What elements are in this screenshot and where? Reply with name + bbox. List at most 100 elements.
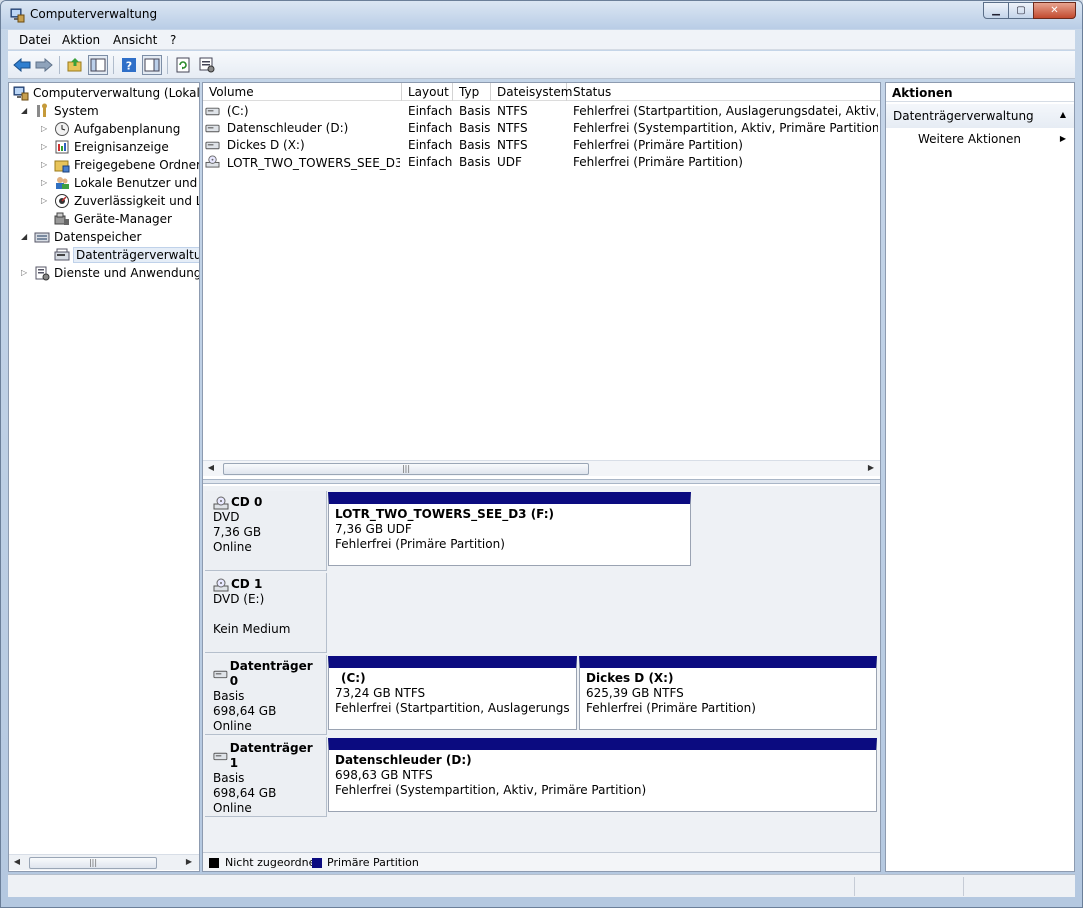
more-actions-item[interactable]: Weitere Aktionen <box>918 132 1021 146</box>
tree-item[interactable]: Geräte-Manager <box>41 210 172 228</box>
disk-info-line3: Kein Medium <box>213 622 291 636</box>
menu-bar: Datei Aktion Ansicht ? <box>8 30 1075 50</box>
refresh-button[interactable] <box>173 55 193 75</box>
partition-block[interactable]: Dickes D (X:) 625,39 GB NTFS Fehlerfrei (P… <box>579 656 877 730</box>
actions-section-header[interactable]: Datenträgerverwaltung ▲ <box>886 104 1074 128</box>
table-row[interactable]: Dickes D (X:) Einfach Basis NTFS Fehlerfrei … <box>203 137 880 154</box>
tree-item[interactable]: ◢ Datenspeicher <box>21 228 141 246</box>
help-button[interactable]: ? <box>119 55 139 75</box>
close-button[interactable]: ✕ <box>1033 2 1076 19</box>
window-controls: ▁ ▢ ✕ <box>983 2 1076 19</box>
menu-ansicht[interactable]: Ansicht <box>113 33 157 47</box>
tree-item[interactable]: Computerverwaltung (Lokal) <box>13 84 199 102</box>
tree-item[interactable]: ▷ Zuverlässigkeit und Leistung <box>41 192 199 210</box>
tree-item[interactable]: ▷ Dienste und Anwendungen <box>21 264 199 282</box>
cell-volume: Dickes D (X:) <box>205 138 400 152</box>
partition-name: Dickes D (X:) <box>586 671 674 685</box>
collapse-icon: ▲ <box>1059 110 1066 119</box>
tree-item[interactable]: ▷ Lokale Benutzer und Gruppen <box>41 174 199 192</box>
partition-size: 698,63 GB NTFS <box>335 768 433 782</box>
cell-layout: Einfach <box>408 104 453 118</box>
back-button[interactable] <box>12 55 32 75</box>
collapsed-arrow-icon[interactable]: ▷ <box>21 268 31 278</box>
partition-block[interactable]: (C:) 73,24 GB NTFS Fehlerfrei (Startpartit… <box>328 656 577 730</box>
toolbar: ? <box>8 51 1075 79</box>
status-bar-divider <box>963 877 964 896</box>
legend: Nicht zugeordnet Primäre Partition <box>203 852 880 871</box>
scroll-left-icon[interactable]: ◀ <box>205 463 217 472</box>
pane-splitter[interactable] <box>203 479 880 484</box>
up-button[interactable] <box>65 55 85 75</box>
scroll-thumb[interactable]: ||| <box>29 857 157 869</box>
properties-button[interactable] <box>197 55 217 75</box>
tree-item[interactable]: ◢ System <box>21 102 99 120</box>
disk-info-line1: Basis <box>213 689 245 703</box>
tree-item[interactable]: ▷ Aufgabenplanung <box>41 120 180 138</box>
cell-volume: Datenschleuder (D:) <box>205 121 400 135</box>
cell-layout: Einfach <box>408 121 453 135</box>
tree-item-label: Datenträgerverwaltung <box>73 247 199 263</box>
collapsed-arrow-icon[interactable]: ▷ <box>41 142 51 152</box>
scroll-thumb[interactable]: ||| <box>223 463 589 475</box>
properties-icon <box>199 57 215 73</box>
collapsed-arrow-icon[interactable]: ▷ <box>41 160 51 170</box>
menu-aktion[interactable]: Aktion <box>62 33 100 47</box>
scroll-right-icon[interactable]: ▶ <box>865 463 877 472</box>
menu-datei[interactable]: Datei <box>19 33 51 47</box>
refresh-icon <box>176 57 190 73</box>
volume-list-horizontal-scrollbar[interactable]: ◀ ||| ▶ <box>203 460 880 476</box>
disk-label[interactable]: CD 1 DVD (E:) Kein Medium <box>205 573 327 653</box>
partition-block[interactable]: Datenschleuder (D:) 698,63 GB NTFS Fehlerf… <box>328 738 877 812</box>
cell-status: Fehlerfrei (Primäre Partition) <box>573 155 743 169</box>
column-header-status[interactable]: Status <box>567 83 880 101</box>
maximize-button[interactable]: ▢ <box>1008 2 1034 19</box>
show-hide-tree-icon <box>90 58 106 72</box>
column-header-volume[interactable]: Volume <box>203 83 402 101</box>
toolbar-separator <box>113 56 114 74</box>
collapsed-arrow-icon[interactable]: ▷ <box>41 124 51 134</box>
forward-button[interactable] <box>34 55 54 75</box>
navigation-tree: Computerverwaltung (Lokal) ◢ System ▷ Aufgab… <box>8 82 200 872</box>
partition-block[interactable]: LOTR_TWO_TOWERS_SEE_D3 (F:) 7,36 GB UDF Fe… <box>328 492 691 566</box>
disk-info-line1: Basis <box>213 771 245 785</box>
menu-help[interactable]: ? <box>170 33 176 47</box>
tree-item[interactable]: ▷ Freigegebene Ordner <box>41 156 199 174</box>
device-manager-icon <box>54 212 69 225</box>
show-hide-action-button[interactable] <box>142 55 162 75</box>
volume-name: Dickes D (X:) <box>226 138 305 152</box>
actions-title: Aktionen <box>886 83 1074 102</box>
legend-label-primary: Primäre Partition <box>327 856 419 869</box>
disk-label[interactable]: CD 0 DVD 7,36 GB Online <box>205 491 327 571</box>
collapsed-arrow-icon[interactable]: ▷ <box>41 196 51 206</box>
drive-icon <box>205 141 220 150</box>
tree-item-label: Lokale Benutzer und Gruppen <box>74 176 199 190</box>
tree-item[interactable]: ▷ Ereignisanzeige <box>41 138 169 156</box>
status-bar-divider <box>854 877 855 896</box>
minimize-button[interactable]: ▁ <box>983 2 1009 19</box>
expanded-arrow-icon[interactable]: ◢ <box>21 106 31 116</box>
disk-label[interactable]: Datenträger 1 Basis 698,64 GB Online <box>205 737 327 817</box>
table-row[interactable]: Datenschleuder (D:) Einfach Basis NTFS Fehle… <box>203 120 880 137</box>
drive-icon <box>205 124 220 133</box>
users-icon <box>56 177 69 189</box>
tree-item-label: Ereignisanzeige <box>74 140 169 154</box>
tree-item-label: Computerverwaltung (Lokal) <box>33 86 199 100</box>
cd-drive-icon <box>205 155 220 168</box>
tree-item[interactable]: Datenträgerverwaltung <box>41 246 199 264</box>
partition-status: Fehlerfrei (Primäre Partition) <box>586 701 756 715</box>
scroll-right-icon[interactable]: ▶ <box>183 857 195 866</box>
collapsed-arrow-icon[interactable]: ▷ <box>41 178 51 188</box>
disk-label[interactable]: Datenträger 0 Basis 698,64 GB Online <box>205 655 327 735</box>
disk-name-text: CD 0 <box>231 495 263 509</box>
expanded-arrow-icon[interactable]: ◢ <box>21 232 31 242</box>
column-header-dateisystem[interactable]: Dateisystem <box>491 83 572 101</box>
column-header-layout[interactable]: Layout <box>402 83 453 101</box>
table-row[interactable]: LOTR_TWO_TOWERS_SEE_D3 (F:) Einfach Basis U… <box>203 154 880 171</box>
disk-info-line2: 7,36 GB <box>213 525 262 539</box>
forward-arrow-icon <box>35 58 53 72</box>
tree-horizontal-scrollbar[interactable]: ◀ ||| ▶ <box>9 854 199 870</box>
show-hide-tree-button[interactable] <box>88 55 108 75</box>
scroll-left-icon[interactable]: ◀ <box>11 857 23 866</box>
column-header-typ[interactable]: Typ <box>453 83 491 101</box>
table-row[interactable]: (C:) Einfach Basis NTFS Fehlerfrei (Startpar… <box>203 103 880 120</box>
